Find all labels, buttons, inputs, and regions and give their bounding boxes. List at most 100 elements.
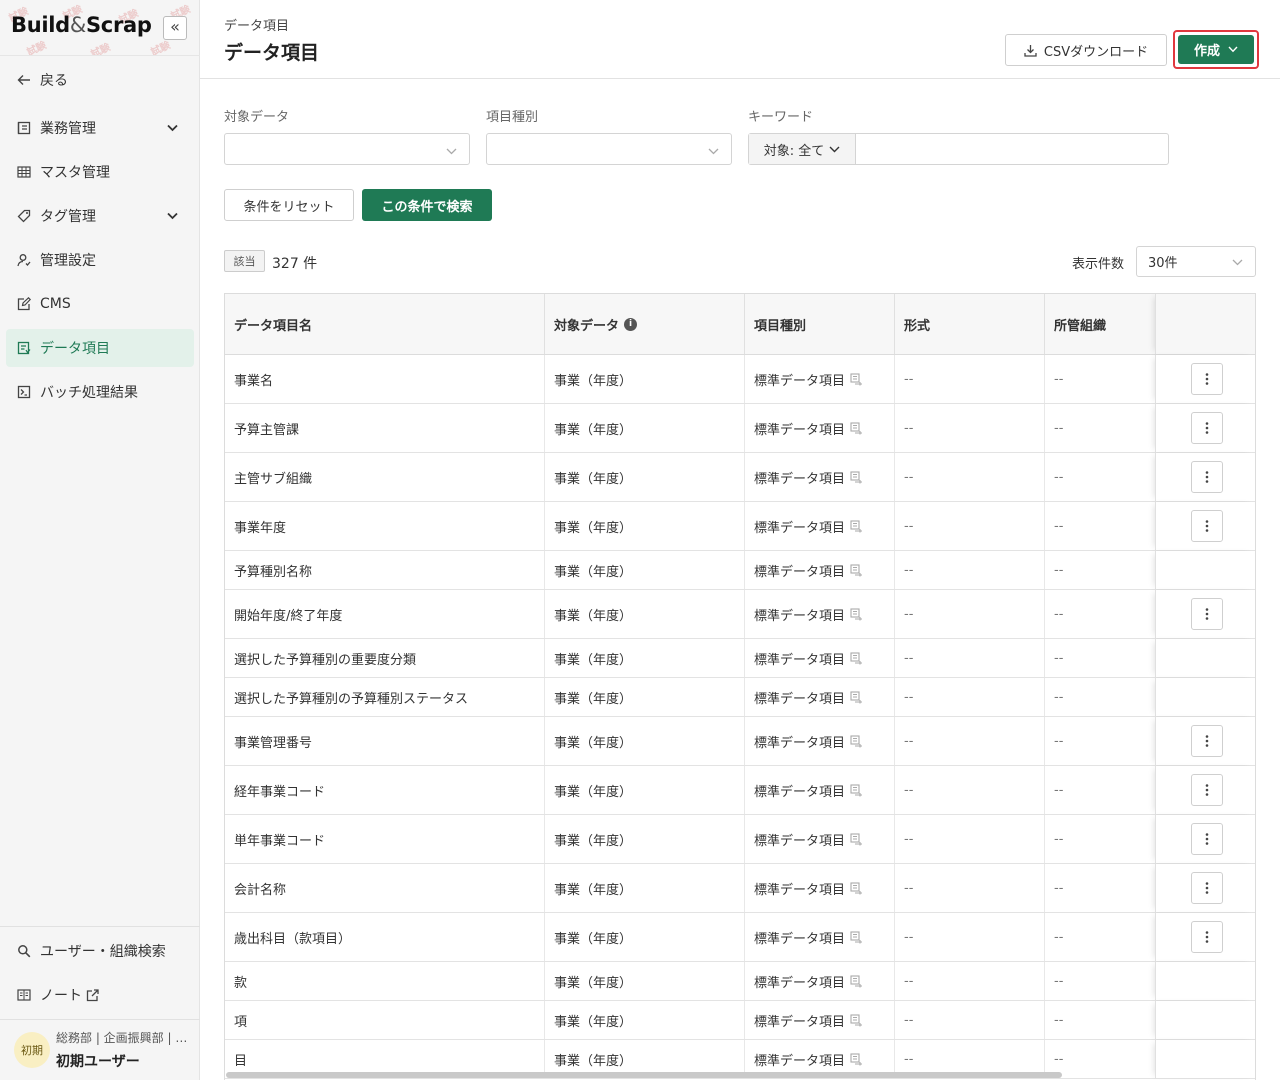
reset-conditions-button[interactable]: 条件をリセット — [224, 189, 354, 221]
sidebar-item-admin[interactable]: 管理設定 — [6, 241, 194, 279]
row-menu-button[interactable] — [1191, 872, 1223, 904]
info-icon[interactable]: i — [624, 317, 638, 331]
row-menu-button[interactable] — [1191, 774, 1223, 806]
csv-download-button[interactable]: CSVダウンロード — [1005, 34, 1167, 66]
keyword-input[interactable] — [857, 134, 1167, 164]
table-row[interactable]: 歳出科目（款項目） 事業（年度） 標準データ項目 -- -- — [225, 913, 1255, 962]
sidebar-item-business[interactable]: 業務管理 — [6, 109, 194, 147]
result-count: 327 件 — [272, 256, 318, 272]
row-menu-button[interactable] — [1191, 363, 1223, 395]
cell-actions — [1155, 590, 1255, 638]
cell-format-text: -- — [904, 606, 914, 622]
table-row[interactable]: 単年事業コード 事業（年度） 標準データ項目 -- -- — [225, 815, 1255, 864]
cell-name: 選択した予算種別の重要度分類 — [225, 639, 545, 677]
column-header-org[interactable]: 所管組織 — [1045, 294, 1155, 354]
row-menu-button[interactable] — [1191, 725, 1223, 757]
scope-select[interactable]: 対象: 全て — [749, 134, 856, 164]
cell-actions — [1155, 639, 1255, 677]
table-row[interactable]: 項 事業（年度） 標準データ項目 -- -- — [225, 1001, 1255, 1040]
cell-actions — [1155, 864, 1255, 912]
cell-type: 標準データ項目 — [745, 1001, 895, 1039]
table-row[interactable]: 款 事業（年度） 標準データ項目 -- -- — [225, 962, 1255, 1001]
cell-type-text: 標準データ項目 — [754, 652, 846, 668]
cell-type-text: 標準データ項目 — [754, 608, 846, 624]
item-type-select[interactable] — [486, 133, 732, 165]
terminal-icon — [16, 384, 32, 400]
cell-name-text: 予算主管課 — [234, 422, 300, 438]
cell-org: -- — [1045, 551, 1155, 589]
cell-format-text: -- — [904, 929, 914, 945]
table-row[interactable]: 主管サブ組織 事業（年度） 標準データ項目 -- -- — [225, 453, 1255, 502]
horizontal-scrollbar[interactable] — [226, 1072, 1062, 1078]
cell-org: -- — [1045, 1040, 1155, 1078]
cell-org: -- — [1045, 766, 1155, 814]
table-row[interactable]: 予算主管課 事業（年度） 標準データ項目 -- -- — [225, 404, 1255, 453]
sidebar-item-data-items[interactable]: データ項目 — [6, 329, 194, 367]
cell-target-text: 事業（年度） — [554, 422, 633, 438]
row-menu-button[interactable] — [1191, 510, 1223, 542]
table-row[interactable]: 事業年度 事業（年度） 標準データ項目 -- -- — [225, 502, 1255, 551]
cell-name: 開始年度/終了年度 — [225, 590, 545, 638]
cell-org-text: -- — [1054, 650, 1064, 666]
cell-name: 予算主管課 — [225, 404, 545, 452]
column-header-format[interactable]: 形式 — [895, 294, 1045, 354]
cell-type: 標準データ項目 — [745, 502, 895, 550]
search-button[interactable]: この条件で検索 — [362, 189, 492, 221]
sidebar-item-notes[interactable]: ノート — [6, 976, 194, 1014]
back-link[interactable]: 戻る — [6, 61, 194, 99]
create-label: 作成 — [1193, 44, 1220, 59]
cell-target-text: 事業（年度） — [554, 1014, 633, 1030]
hit-badge: 該当 — [224, 250, 265, 272]
column-header-actions — [1155, 294, 1255, 354]
cell-type: 標準データ項目 — [745, 864, 895, 912]
table-row[interactable]: 事業名 事業（年度） 標準データ項目 -- -- — [225, 355, 1255, 404]
logo[interactable]: Build&Scrap — [11, 13, 152, 37]
table-row[interactable]: 事業管理番号 事業（年度） 標準データ項目 -- -- — [225, 717, 1255, 766]
cell-format-text: -- — [904, 562, 914, 578]
row-menu-button[interactable] — [1191, 823, 1223, 855]
row-menu-button[interactable] — [1191, 412, 1223, 444]
table-row[interactable]: 選択した予算種別の重要度分類 事業（年度） 標準データ項目 -- -- — [225, 639, 1255, 678]
cell-name-text: 主管サブ組織 — [234, 471, 313, 487]
column-header-name[interactable]: データ項目名 — [225, 294, 545, 354]
row-menu-button[interactable] — [1191, 921, 1223, 953]
cell-type-text: 標準データ項目 — [754, 422, 846, 438]
table-row[interactable]: 開始年度/終了年度 事業（年度） 標準データ項目 -- -- — [225, 590, 1255, 639]
table-row[interactable]: 選択した予算種別の予算種別ステータス 事業（年度） 標準データ項目 -- -- — [225, 678, 1255, 717]
cell-actions — [1155, 502, 1255, 550]
sidebar-item-label: マスタ管理 — [40, 165, 110, 181]
cell-type-text: 標準データ項目 — [754, 520, 846, 536]
per-page-select[interactable]: 30件 — [1136, 246, 1256, 277]
user-menu[interactable]: 初期 総務部 | 企画振興部 | … 初期ユーザー — [0, 1020, 200, 1080]
column-header-type[interactable]: 項目種別 — [745, 294, 895, 354]
sidebar-item-tags[interactable]: タグ管理 — [6, 197, 194, 235]
sidebar-item-label: ユーザー・組織検索 — [40, 944, 166, 960]
sidebar-item-master[interactable]: マスタ管理 — [6, 153, 194, 191]
create-button[interactable]: 作成 — [1178, 35, 1254, 64]
data-items-table: データ項目名 対象データ i 項目種別 形式 所管組織 事業名 事業（年度） 標準デー… — [224, 293, 1256, 1080]
row-menu-button[interactable] — [1191, 598, 1223, 630]
cell-name: 事業名 — [225, 355, 545, 403]
cell-target-text: 事業（年度） — [554, 520, 633, 536]
table-row[interactable]: 予算種別名称 事業（年度） 標準データ項目 -- -- — [225, 551, 1255, 590]
row-menu-button[interactable] — [1191, 461, 1223, 493]
user-org: 総務部 | 企画振興部 | … — [56, 1031, 186, 1045]
cell-target: 事業（年度） — [545, 404, 745, 452]
sidebar-item-batch[interactable]: バッチ処理結果 — [6, 373, 194, 411]
collapse-sidebar-button[interactable]: « — [163, 16, 187, 40]
table-row[interactable]: 経年事業コード 事業（年度） 標準データ項目 -- -- — [225, 766, 1255, 815]
cell-org-text: -- — [1054, 469, 1064, 485]
table-row[interactable]: 会計名称 事業（年度） 標準データ項目 -- -- — [225, 864, 1255, 913]
sidebar-item-cms[interactable]: CMS — [6, 285, 194, 323]
column-header-target[interactable]: 対象データ i — [545, 294, 745, 354]
cell-target-text: 事業（年度） — [554, 931, 633, 947]
cell-format: -- — [895, 962, 1045, 1000]
sidebar-item-user-search[interactable]: ユーザー・組織検索 — [6, 932, 194, 970]
target-data-select[interactable] — [224, 133, 470, 165]
standard-item-icon — [850, 470, 863, 484]
cell-type: 標準データ項目 — [745, 913, 895, 961]
cell-type-text: 標準データ項目 — [754, 1053, 846, 1069]
cell-format: -- — [895, 717, 1045, 765]
kebab-icon — [1205, 833, 1209, 845]
cell-target-text: 事業（年度） — [554, 975, 633, 991]
